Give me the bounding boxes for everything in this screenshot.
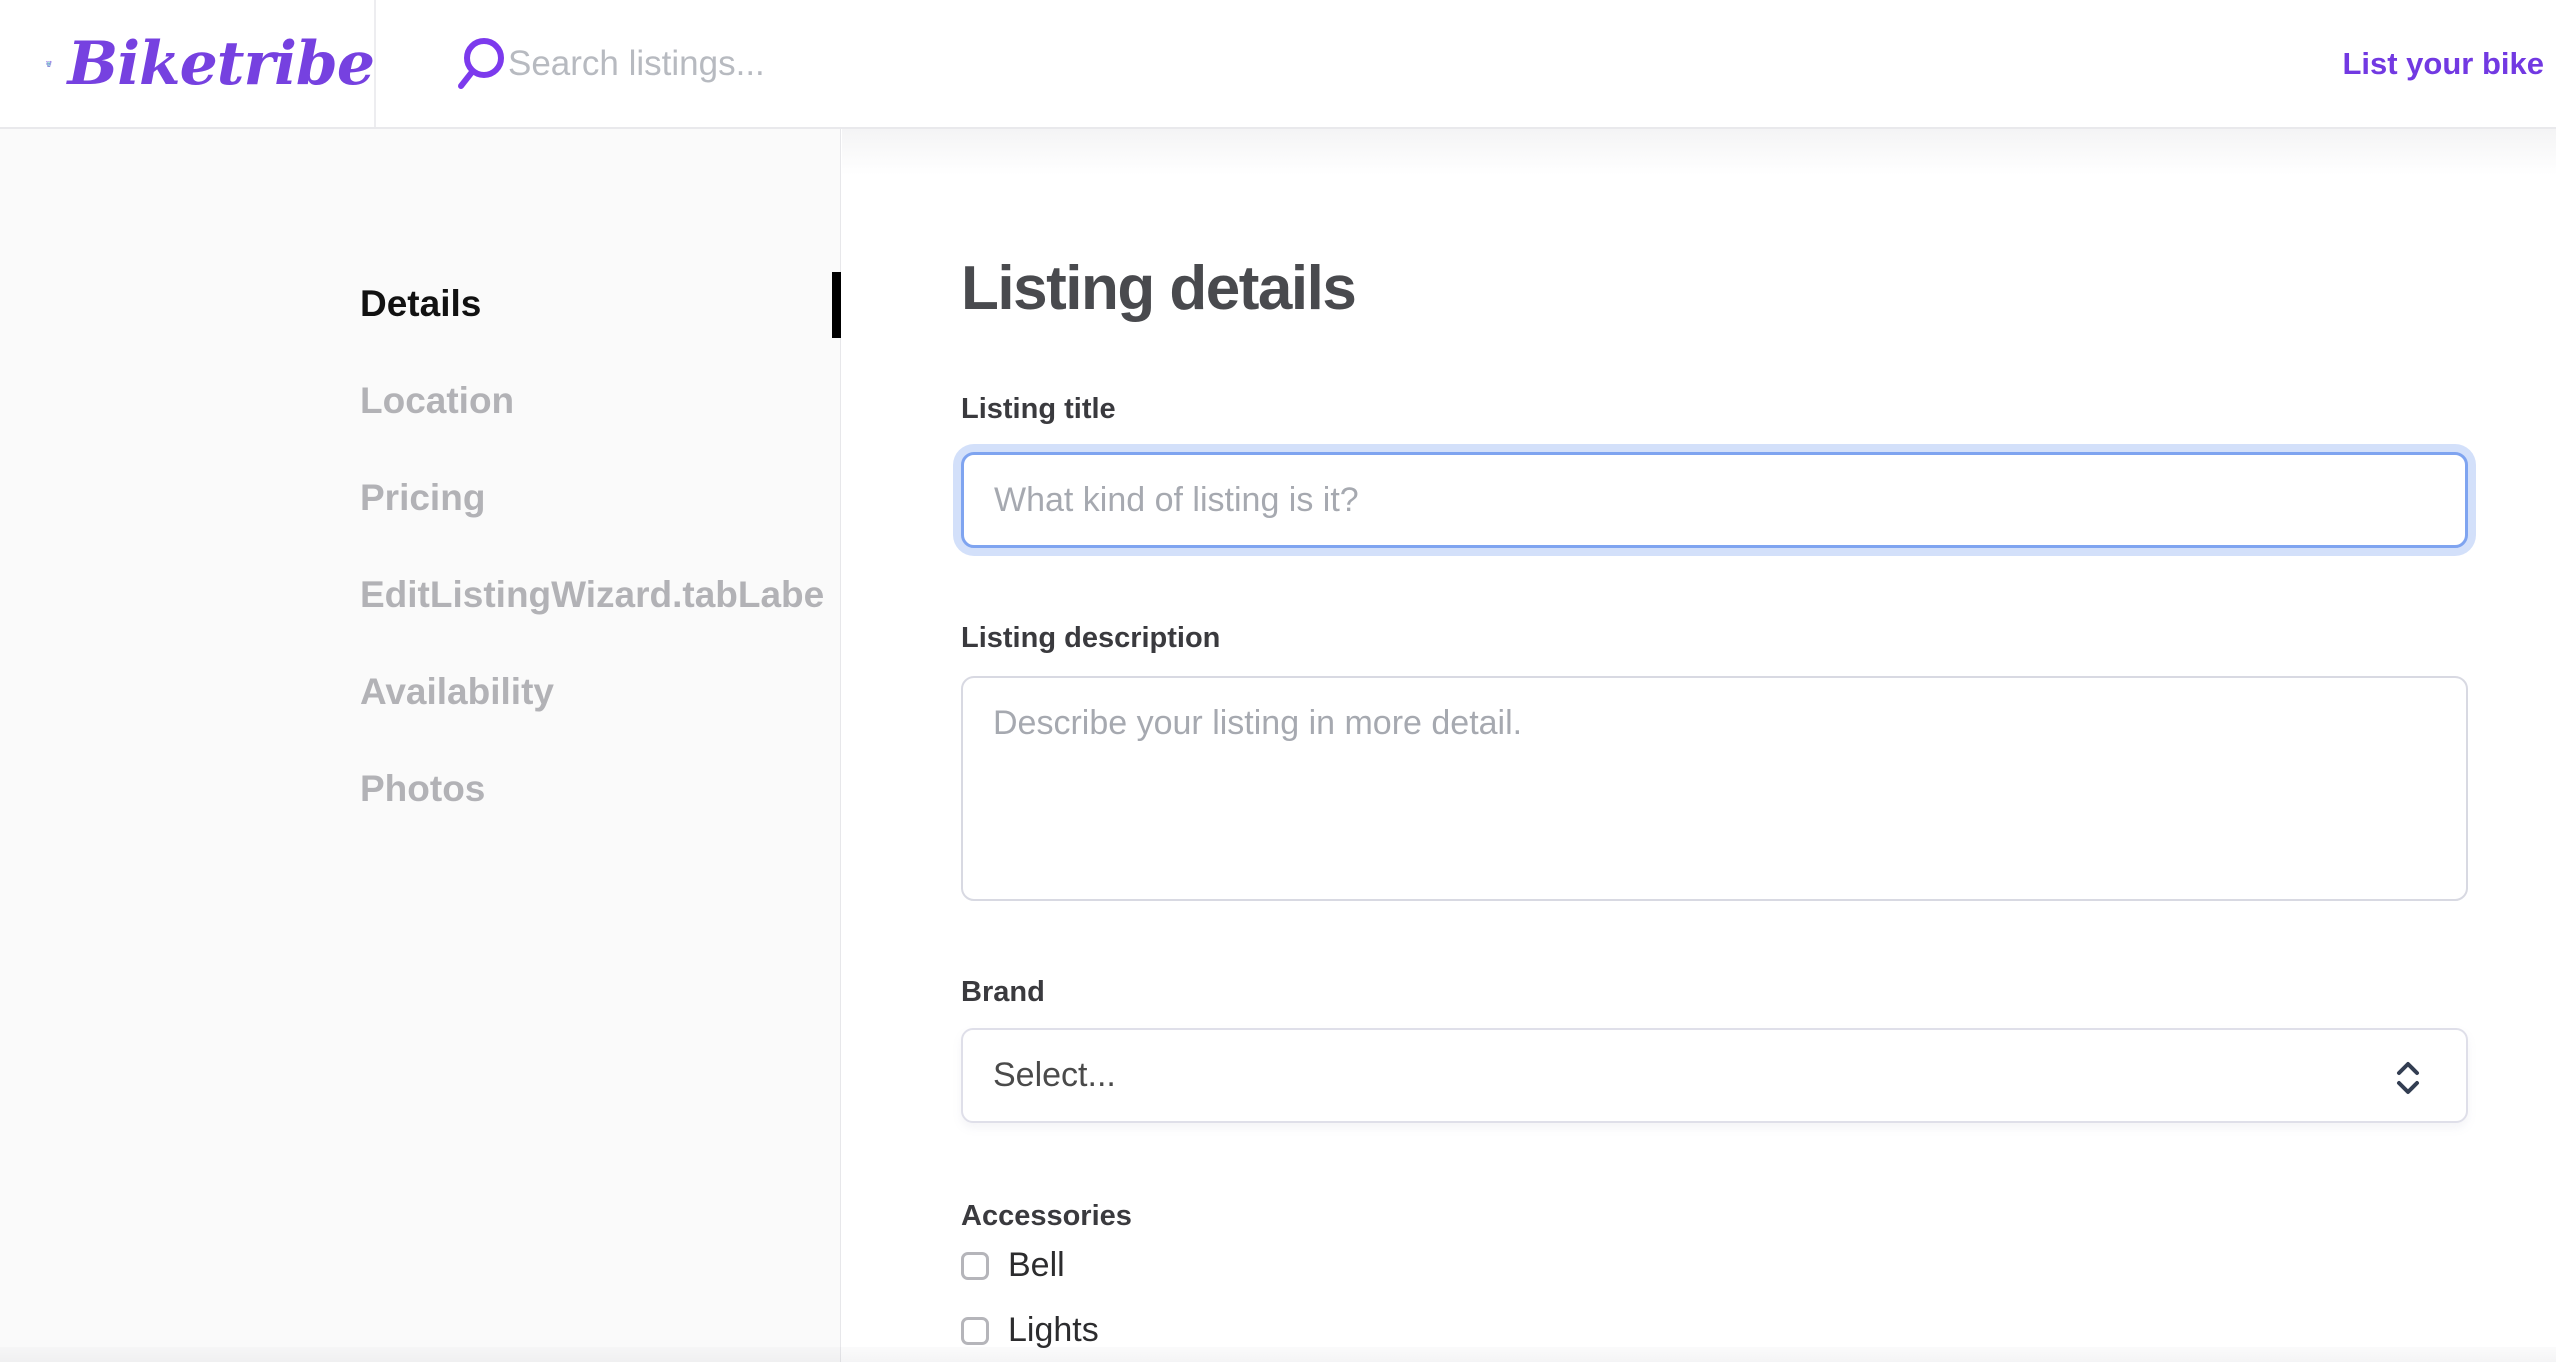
skull-icon <box>46 27 52 101</box>
brand-select[interactable]: Select... <box>961 1028 2468 1123</box>
accessory-option-bell[interactable]: Bell <box>961 1246 1065 1285</box>
search-bar <box>376 0 1776 127</box>
bell-checkbox[interactable] <box>961 1252 989 1280</box>
search-icon <box>450 36 508 94</box>
listing-description-label: Listing description <box>961 622 1220 655</box>
page-title: Listing details <box>961 253 1355 324</box>
brand-label: Brand <box>961 976 1045 1009</box>
tab-untranslated[interactable]: EditListingWizard.tabLabe <box>360 546 841 643</box>
wizard-sidebar: Details Location Pricing EditListingWiza… <box>0 129 841 1362</box>
bell-checkbox-label: Bell <box>1008 1246 1065 1285</box>
topbar: Biketribe List your bike <box>0 0 2556 129</box>
chevron-updown-icon <box>2390 1058 2426 1098</box>
tab-photos[interactable]: Photos <box>360 740 841 837</box>
accessory-option-lights[interactable]: Lights <box>961 1311 1099 1350</box>
accessories-label: Accessories <box>961 1200 1132 1233</box>
tab-details[interactable]: Details <box>360 255 841 352</box>
list-your-bike-link[interactable]: List your bike <box>2342 0 2544 127</box>
tab-availability[interactable]: Availability <box>360 643 841 740</box>
tab-pricing[interactable]: Pricing <box>360 449 841 546</box>
logo-link[interactable]: Biketribe <box>0 0 376 127</box>
listing-title-label: Listing title <box>961 393 1116 426</box>
edit-listing-form: Listing details Listing title Listing de… <box>842 129 2556 1362</box>
tab-location[interactable]: Location <box>360 352 841 449</box>
brand-select-value: Select... <box>993 1056 1116 1095</box>
active-tab-indicator <box>832 272 841 338</box>
lights-checkbox[interactable] <box>961 1317 989 1345</box>
wizard-nav: Details Location Pricing EditListingWiza… <box>360 255 841 837</box>
lights-checkbox-label: Lights <box>1008 1311 1099 1350</box>
search-input[interactable] <box>508 0 1408 127</box>
main-panel: Listing details Listing title Listing de… <box>842 129 2556 1362</box>
listing-description-textarea[interactable] <box>961 676 2468 901</box>
brand-name: Biketribe <box>68 29 375 99</box>
listing-title-input[interactable] <box>961 452 2468 548</box>
